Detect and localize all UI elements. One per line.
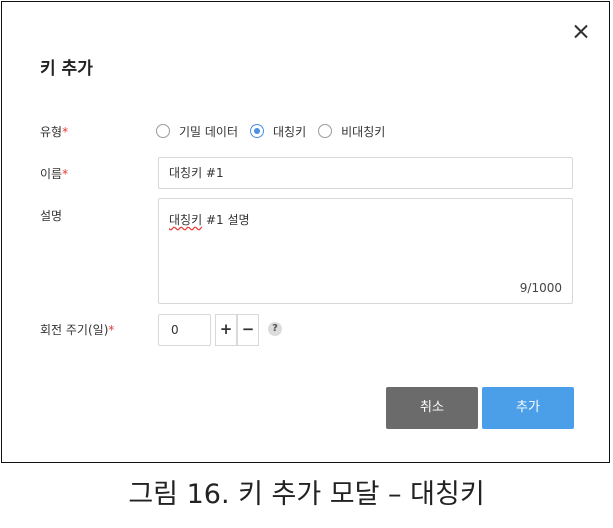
increment-button[interactable]: + bbox=[215, 314, 237, 346]
radio-label: 기밀 데이터 bbox=[179, 124, 239, 139]
description-label: 설명 bbox=[40, 209, 63, 223]
radio-confidential-data[interactable]: 기밀 데이터 bbox=[156, 123, 238, 140]
description-value: 대칭키 #1 설명 bbox=[169, 211, 250, 228]
radio-label: 비대칭키 bbox=[341, 124, 386, 139]
name-label: 이름* bbox=[40, 165, 68, 182]
description-textarea[interactable]: 대칭키 #1 설명 9/1000 bbox=[158, 198, 573, 304]
cancel-button[interactable]: 취소 bbox=[386, 387, 478, 429]
close-icon[interactable] bbox=[570, 20, 592, 42]
rotation-period-label: 회전 주기(일)* bbox=[40, 321, 114, 338]
type-radio-group: 기밀 데이터 대칭키 비대칭키 bbox=[156, 122, 397, 140]
figure-caption: 그림 16. 키 추가 모달 – 대칭키 bbox=[128, 479, 485, 510]
help-icon[interactable]: ? bbox=[268, 322, 282, 336]
radio-label: 대칭키 bbox=[273, 124, 307, 139]
add-button[interactable]: 추가 bbox=[482, 387, 574, 429]
required-mark: * bbox=[62, 167, 69, 181]
radio-symmetric-key[interactable]: 대칭키 bbox=[250, 123, 306, 140]
required-mark: * bbox=[108, 323, 115, 337]
radio-asymmetric-key[interactable]: 비대칭키 bbox=[318, 123, 385, 140]
name-label-text: 이름 bbox=[40, 167, 63, 181]
description-value-rest: #1 설명 bbox=[202, 213, 250, 227]
add-key-modal: 키 추가 유형* 기밀 데이터 대칭키 비대칭키 이름* 대칭키 #1 설명 대… bbox=[1, 1, 610, 463]
rotation-period-label-text: 회전 주기(일) bbox=[40, 323, 109, 337]
modal-title: 키 추가 bbox=[40, 59, 93, 79]
required-mark: * bbox=[62, 125, 69, 139]
character-counter: 9/1000 bbox=[519, 281, 562, 295]
decrement-button[interactable]: − bbox=[237, 314, 259, 346]
type-label-text: 유형 bbox=[40, 125, 63, 139]
radio-circle[interactable] bbox=[318, 124, 333, 138]
name-input[interactable]: 대칭키 #1 bbox=[158, 157, 573, 189]
rotation-period-input[interactable]: 0 bbox=[158, 314, 211, 346]
type-label: 유형* bbox=[40, 123, 68, 140]
radio-circle-checked[interactable] bbox=[250, 124, 265, 138]
description-value-word: 대칭키 bbox=[169, 213, 203, 227]
radio-circle[interactable] bbox=[156, 124, 170, 138]
